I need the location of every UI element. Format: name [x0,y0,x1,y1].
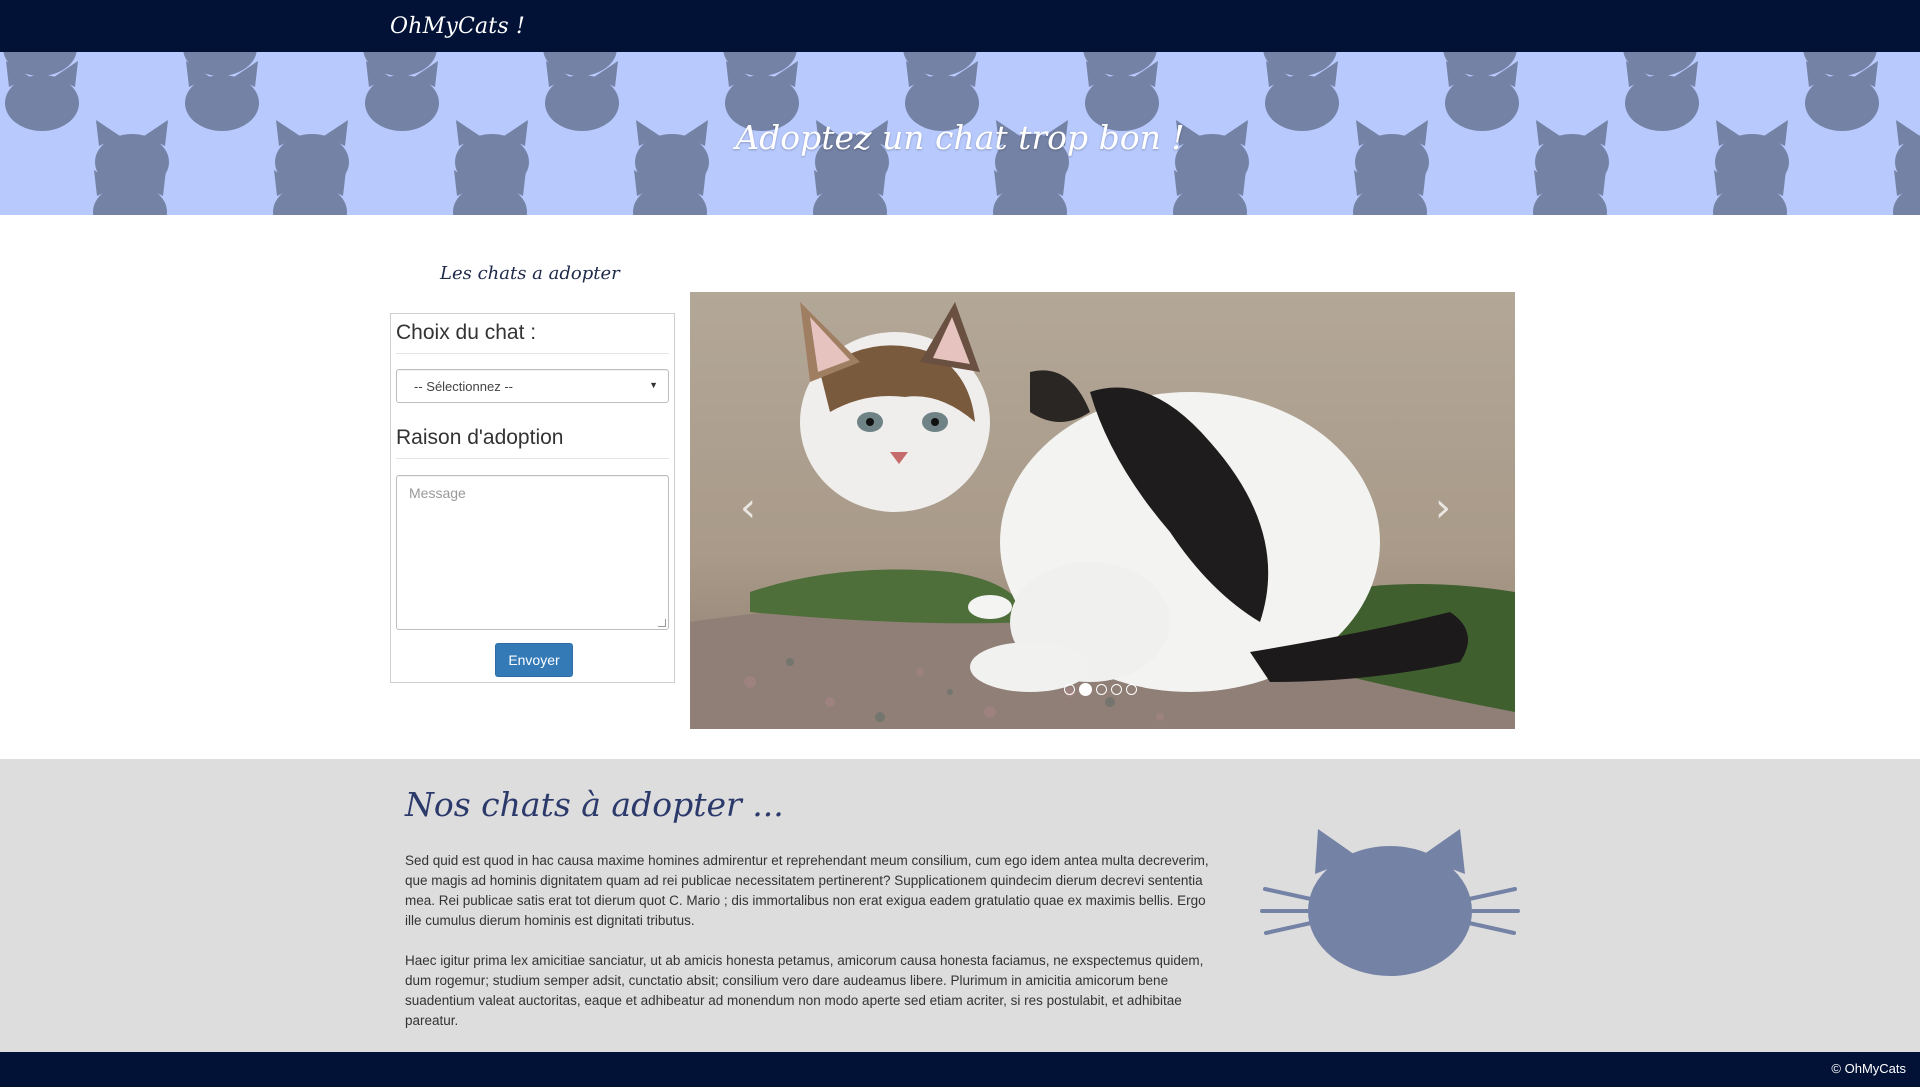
carousel-dot[interactable] [1126,684,1137,696]
cat-carousel[interactable]: ‹ › [690,292,1515,729]
top-navbar: OhMyCats ! [0,0,1920,52]
kitten-photo [690,292,1515,729]
info-paragraph-2: Haec igitur prima lex amicitiae sanciatu… [405,953,1204,1028]
info-section: Nos chats à adopter ... Sed quid est quo… [0,759,1920,1052]
hero-title: Adoptez un chat trop bon ! [735,118,1185,157]
footer: © OhMyCats [0,1052,1920,1087]
cat-select[interactable]: -- Sélectionnez -- ▼ [396,369,669,403]
carousel-indicators [1064,681,1141,697]
cat-choice-heading: Choix du chat : [396,321,669,354]
reason-heading: Raison d'adoption [396,426,669,459]
carousel-dot[interactable] [1064,684,1075,696]
adoption-form: Choix du chat : -- Sélectionnez -- ▼ Rai… [390,313,675,683]
carousel-dot[interactable] [1111,684,1122,696]
message-placeholder: Message [409,485,466,501]
dropdown-arrow-icon: ▼ [649,380,658,390]
send-button[interactable]: Envoyer [495,643,573,677]
chevron-right-icon[interactable]: › [1435,488,1451,528]
brand-link[interactable]: OhMyCats ! [390,14,525,39]
carousel-dot[interactable] [1096,684,1107,696]
cat-select-value: -- Sélectionnez -- [414,379,513,394]
cat-head-icon [1260,829,1520,976]
message-textarea[interactable]: Message [396,475,669,630]
info-title: Nos chats à adopter ... [405,785,784,824]
copyright-text: © OhMyCats [1831,1061,1906,1076]
hero-banner: Adoptez un chat trop bon ! [0,52,1920,215]
chevron-left-icon[interactable]: ‹ [740,488,756,528]
section-label: Les chats a adopter [440,263,620,284]
carousel-dot-active[interactable] [1079,683,1092,697]
info-paragraph-1: Sed quid est quod in hac causa maxime ho… [405,853,1209,928]
resize-handle-icon[interactable] [658,619,666,627]
